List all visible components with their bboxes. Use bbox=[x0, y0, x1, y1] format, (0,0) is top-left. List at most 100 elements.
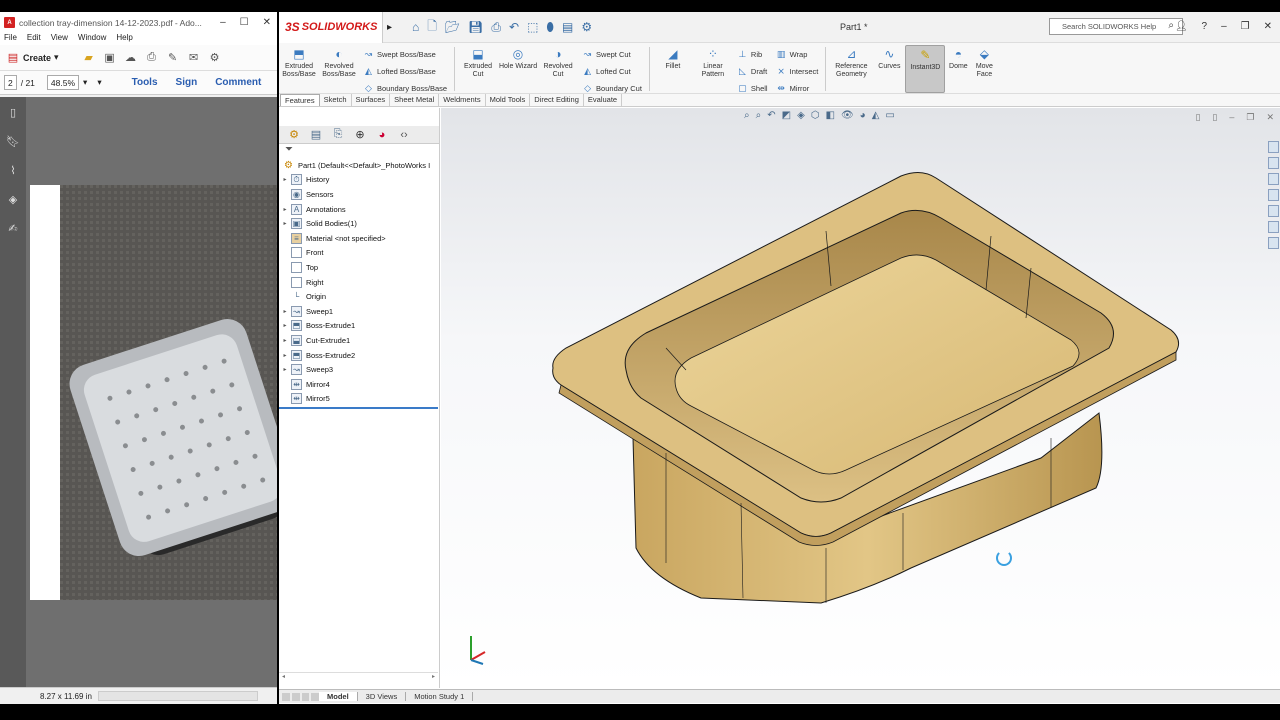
layers-icon[interactable]: ◈ bbox=[6, 192, 20, 206]
tree-item-origin[interactable]: └ Origin bbox=[279, 289, 439, 304]
edit-icon[interactable]: ✎ bbox=[166, 51, 180, 65]
tree-item-mirror4[interactable]: ⇹ Mirror4 bbox=[279, 377, 439, 392]
restore-icon[interactable]: ❐ bbox=[1241, 21, 1250, 32]
tab-model[interactable]: Model bbox=[319, 692, 358, 701]
menu-window[interactable]: Window bbox=[78, 33, 106, 45]
menu-file[interactable]: File bbox=[4, 33, 17, 45]
open-folder-icon[interactable]: ▰ bbox=[82, 51, 96, 65]
tree-item-mirror5[interactable]: ⇹ Mirror5 bbox=[279, 392, 439, 407]
minimize-icon[interactable]: – bbox=[1221, 21, 1227, 32]
dome-button[interactable]: ◓ Dome bbox=[945, 47, 971, 71]
menu-help[interactable]: Help bbox=[116, 33, 132, 45]
page-number-input[interactable]: 2 bbox=[4, 75, 17, 90]
scroll-right-icon[interactable]: ▸ bbox=[432, 673, 435, 682]
shell-button[interactable]: ▢ Shell bbox=[737, 82, 767, 94]
expand-arrow-icon[interactable]: ▸ bbox=[279, 220, 291, 227]
open-icon[interactable]: 📂︎ bbox=[445, 20, 460, 34]
select-icon[interactable]: ⬚ bbox=[527, 20, 538, 34]
minimize-icon[interactable]: – bbox=[220, 17, 226, 28]
swept-boss-button[interactable]: ↝ Swept Boss/Base bbox=[363, 48, 447, 60]
panel-collapse-icon[interactable]: ‹› bbox=[397, 128, 411, 142]
rib-button[interactable]: ⊥ Rib bbox=[737, 48, 768, 60]
tab-motion-study-1[interactable]: Motion Study 1 bbox=[406, 692, 474, 701]
tab-sketch[interactable]: Sketch bbox=[320, 94, 352, 106]
tab-sheet-metal[interactable]: Sheet Metal bbox=[390, 94, 440, 106]
save-icon[interactable]: ▣ bbox=[103, 51, 117, 65]
undo-icon[interactable]: ↶ bbox=[509, 20, 519, 34]
options-icon[interactable]: ⚙ bbox=[581, 20, 592, 34]
swept-cut-button[interactable]: ↝ Swept Cut bbox=[582, 48, 642, 60]
reference-geometry-button[interactable]: ⊿ Reference Geometry bbox=[829, 47, 873, 79]
rollback-bar[interactable] bbox=[279, 407, 438, 410]
cloud-upload-icon[interactable]: ☁ bbox=[124, 51, 138, 65]
print-icon[interactable]: ⎙ bbox=[491, 20, 501, 35]
expand-arrow-icon[interactable]: ▸ bbox=[279, 322, 291, 329]
tree-item-annotations[interactable]: ▸ A Annotations bbox=[279, 202, 439, 217]
create-button[interactable]: ▤ Create ▾ bbox=[6, 51, 59, 65]
email-icon[interactable]: ✉ bbox=[187, 51, 201, 65]
tree-item-sweep3[interactable]: ▸ ↝ Sweep3 bbox=[279, 362, 439, 377]
tab-features[interactable]: Features bbox=[280, 94, 320, 106]
revolved-cut-button[interactable]: ◑ Revolved Cut bbox=[538, 47, 578, 79]
filter-icon[interactable]: ⏷ bbox=[279, 144, 439, 158]
dimxpert-icon[interactable]: ⊕ bbox=[353, 128, 367, 142]
expand-arrow-icon[interactable]: ▸ bbox=[279, 176, 291, 183]
rebuild-icon[interactable]: ⬮ bbox=[546, 20, 554, 35]
close-icon[interactable]: ✕ bbox=[263, 17, 271, 28]
hole-wizard-button[interactable]: ◎ Hole Wizard bbox=[498, 47, 538, 71]
scroll-left-icon[interactable]: ◂ bbox=[282, 673, 285, 682]
curves-button[interactable]: ∿ Curves bbox=[873, 47, 905, 71]
new-document-icon[interactable]: 🗋︎ bbox=[427, 17, 437, 38]
tree-item-boss-extrude1[interactable]: ▸ ⬒ Boss-Extrude1 bbox=[279, 319, 439, 334]
boundary-boss-button[interactable]: ◇ Boundary Boss/Base bbox=[363, 82, 447, 94]
signature-icon[interactable]: ✍ bbox=[6, 221, 20, 235]
tab-weldments[interactable]: Weldments bbox=[439, 94, 486, 106]
feature-tree-icon[interactable]: ⚙ bbox=[287, 128, 301, 142]
tab-surfaces[interactable]: Surfaces bbox=[352, 94, 391, 106]
fillet-button[interactable]: ◢ Fillet bbox=[653, 47, 693, 71]
print-icon[interactable]: ⎙ bbox=[145, 51, 159, 65]
page-thumbnails-icon[interactable]: ▯ bbox=[6, 105, 20, 119]
instant3d-button[interactable]: ✎ Instant3D bbox=[905, 45, 946, 93]
comment-link[interactable]: Comment bbox=[215, 77, 261, 88]
linear-pattern-button[interactable]: ⁘ Linear Pattern bbox=[693, 47, 733, 79]
expand-arrow-icon[interactable]: ▸ bbox=[279, 206, 291, 213]
tab-evaluate[interactable]: Evaluate bbox=[584, 94, 623, 106]
tab-navigation-arrows[interactable] bbox=[279, 692, 319, 701]
sign-link[interactable]: Sign bbox=[176, 77, 198, 88]
close-icon[interactable]: ✕ bbox=[1264, 21, 1272, 32]
tab-direct-editing[interactable]: Direct Editing bbox=[530, 94, 584, 106]
zoom-dropdown-icon[interactable]: ▾ bbox=[83, 77, 87, 88]
tree-item-cut-extrude1[interactable]: ▸ ⬓ Cut-Extrude1 bbox=[279, 333, 439, 348]
tab-3d-views[interactable]: 3D Views bbox=[358, 692, 407, 701]
revolved-boss-button[interactable]: ◐ Revolved Boss/Base bbox=[319, 47, 359, 79]
graphics-area[interactable]: ⌕ ⌕ ↶ ◩ ◈ ⬡ ◧ 👁︎ ◕ ◭ ▭ ▯ ▯ – ❐ ✕ bbox=[441, 108, 1280, 688]
more-dropdown-icon[interactable]: ▾ bbox=[97, 77, 101, 88]
configuration-manager-icon[interactable]: ⎘ bbox=[331, 128, 345, 142]
expand-arrow-icon[interactable]: ▸ bbox=[279, 352, 291, 359]
bookmark-icon[interactable]: 🔖︎ bbox=[6, 134, 20, 148]
lofted-cut-button[interactable]: ◭ Lofted Cut bbox=[582, 65, 642, 77]
lofted-boss-button[interactable]: ◭ Lofted Boss/Base bbox=[363, 65, 447, 77]
draft-button[interactable]: ◺ Draft bbox=[737, 65, 768, 77]
tree-item-boss-extrude2[interactable]: ▸ ⬒ Boss-Extrude2 bbox=[279, 348, 439, 363]
zoom-select[interactable]: 48.5% bbox=[46, 75, 80, 90]
tree-item-material[interactable]: ≡ Material <not specified> bbox=[279, 231, 439, 246]
expand-arrow-icon[interactable]: ▸ bbox=[279, 308, 291, 315]
horizontal-scrollbar[interactable] bbox=[97, 691, 258, 701]
solidworks-logo[interactable]: 3S SOLIDWORKS bbox=[279, 11, 383, 43]
home-icon[interactable]: ⌂ bbox=[412, 20, 419, 34]
tree-item-solid-bodies[interactable]: ▸ ▣ Solid Bodies(1) bbox=[279, 216, 439, 231]
menu-edit[interactable]: Edit bbox=[27, 33, 41, 45]
tree-item-history[interactable]: ▸ ⏱ History bbox=[279, 173, 439, 188]
tree-item-sensors[interactable]: ◉ Sensors bbox=[279, 187, 439, 202]
help-icon[interactable]: ? bbox=[1202, 21, 1208, 32]
intersect-button[interactable]: ⨯ Intersect bbox=[776, 65, 818, 77]
file-properties-icon[interactable]: ▤ bbox=[562, 20, 573, 34]
help-search-input[interactable]: Search SOLIDWORKS Help ⌕ bbox=[1049, 18, 1183, 35]
tray-3d-model[interactable] bbox=[441, 108, 1280, 688]
tree-horizontal-scrollbar[interactable]: ◂ ▸ bbox=[279, 672, 438, 682]
mirror-button[interactable]: ⇹ Mirror bbox=[776, 82, 819, 94]
boundary-cut-button[interactable]: ◇ Boundary Cut bbox=[582, 82, 642, 94]
menu-view[interactable]: View bbox=[51, 33, 68, 45]
